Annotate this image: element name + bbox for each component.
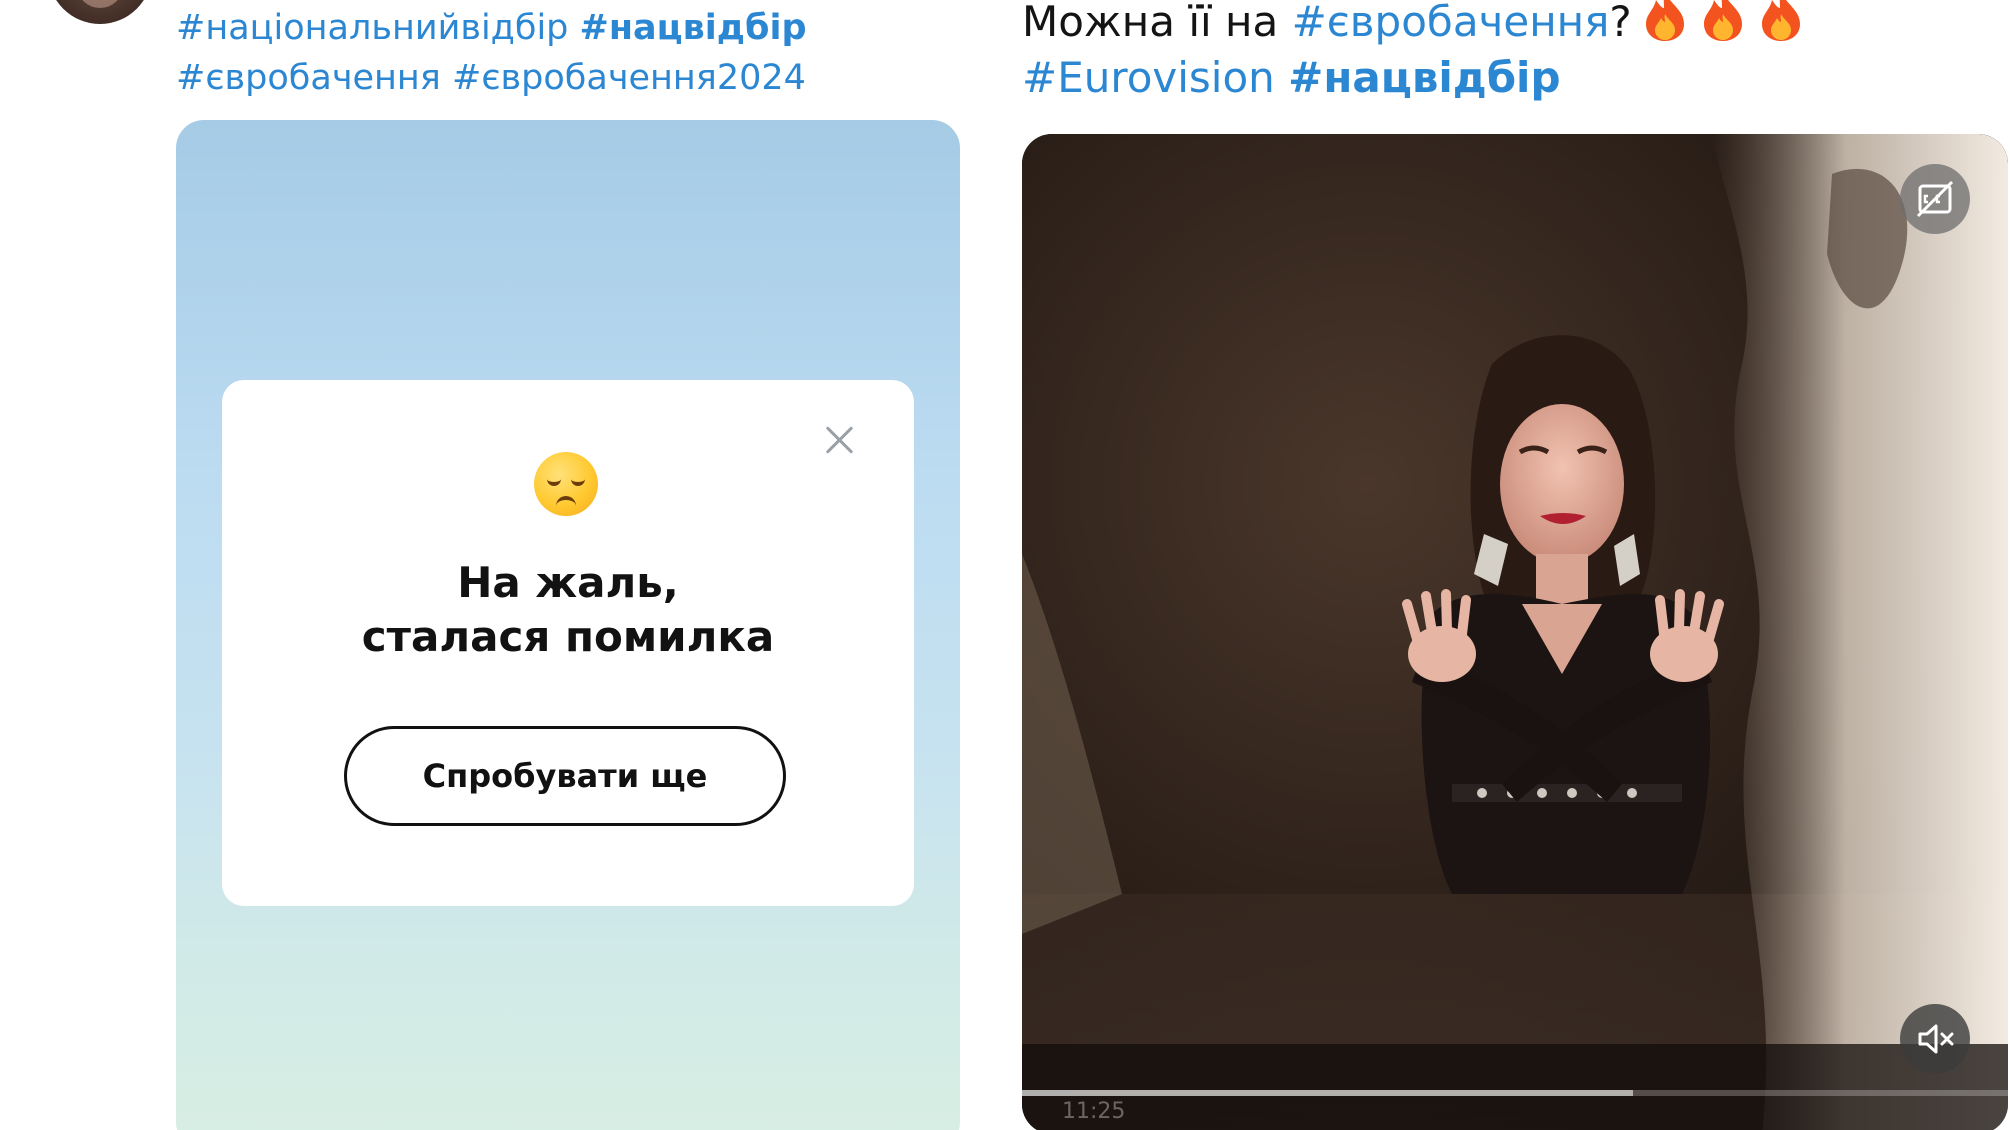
post-text-line1: Можна її на #євробачення? [1022,0,1806,50]
post-text: ? [1609,0,1632,46]
error-title-line2: сталася помилка [361,612,775,661]
post-text: Можна її на [1022,0,1292,46]
hashtag-link[interactable]: #євробачення [1292,0,1610,46]
hashtag-link[interactable]: #євробачення [176,58,441,98]
post-text-line2: #Eurovision #нацвідбір [1022,50,1561,106]
hashtag-link[interactable]: #Eurovision [1022,53,1275,102]
retry-button[interactable]: Спробувати ще [344,726,786,826]
captions-off-button[interactable] [1900,164,1970,234]
post-hashtags-line2: #євробачення #євробачення2024 [176,54,806,102]
fire-emoji-icon [1645,0,1684,41]
video-progress-fill [1022,1090,1634,1096]
video-progress-bar[interactable] [1022,1090,2008,1096]
media-error-container: На жаль, сталася помилка Спробувати ще [176,120,960,1130]
fire-emoji-icon [1761,0,1800,41]
mute-button[interactable] [1900,1004,1970,1074]
hashtag-link[interactable]: #євробачення2024 [452,58,806,98]
error-title-line1: На жаль, [457,558,679,607]
video-frame [1022,134,2008,1130]
fire-emoji-icon [1703,0,1742,41]
video-timestamp: 11:25 [1062,1099,1126,1124]
user-avatar[interactable] [48,0,152,24]
close-icon[interactable] [820,420,860,460]
volume-muted-icon [1918,1024,1954,1054]
error-title: На жаль, сталася помилка [222,556,914,664]
hashtag-link[interactable]: #національнийвідбір [176,8,568,48]
captions-off-icon [1916,180,1954,218]
video-player[interactable]: 11:25 [1022,134,2008,1130]
sad-face-emoji-icon [534,452,598,516]
hashtag-link[interactable]: #нацвідбір [1288,53,1560,102]
error-dialog: На жаль, сталася помилка Спробувати ще [222,380,914,906]
fire-emoji-group [1632,0,1806,46]
hashtag-link[interactable]: #нацвідбір [580,8,807,48]
post-hashtags-line1: #національнийвідбір #нацвідбір [176,4,807,52]
screenshot-canvas: #національнийвідбір #нацвідбір #євробаче… [0,0,2010,1130]
